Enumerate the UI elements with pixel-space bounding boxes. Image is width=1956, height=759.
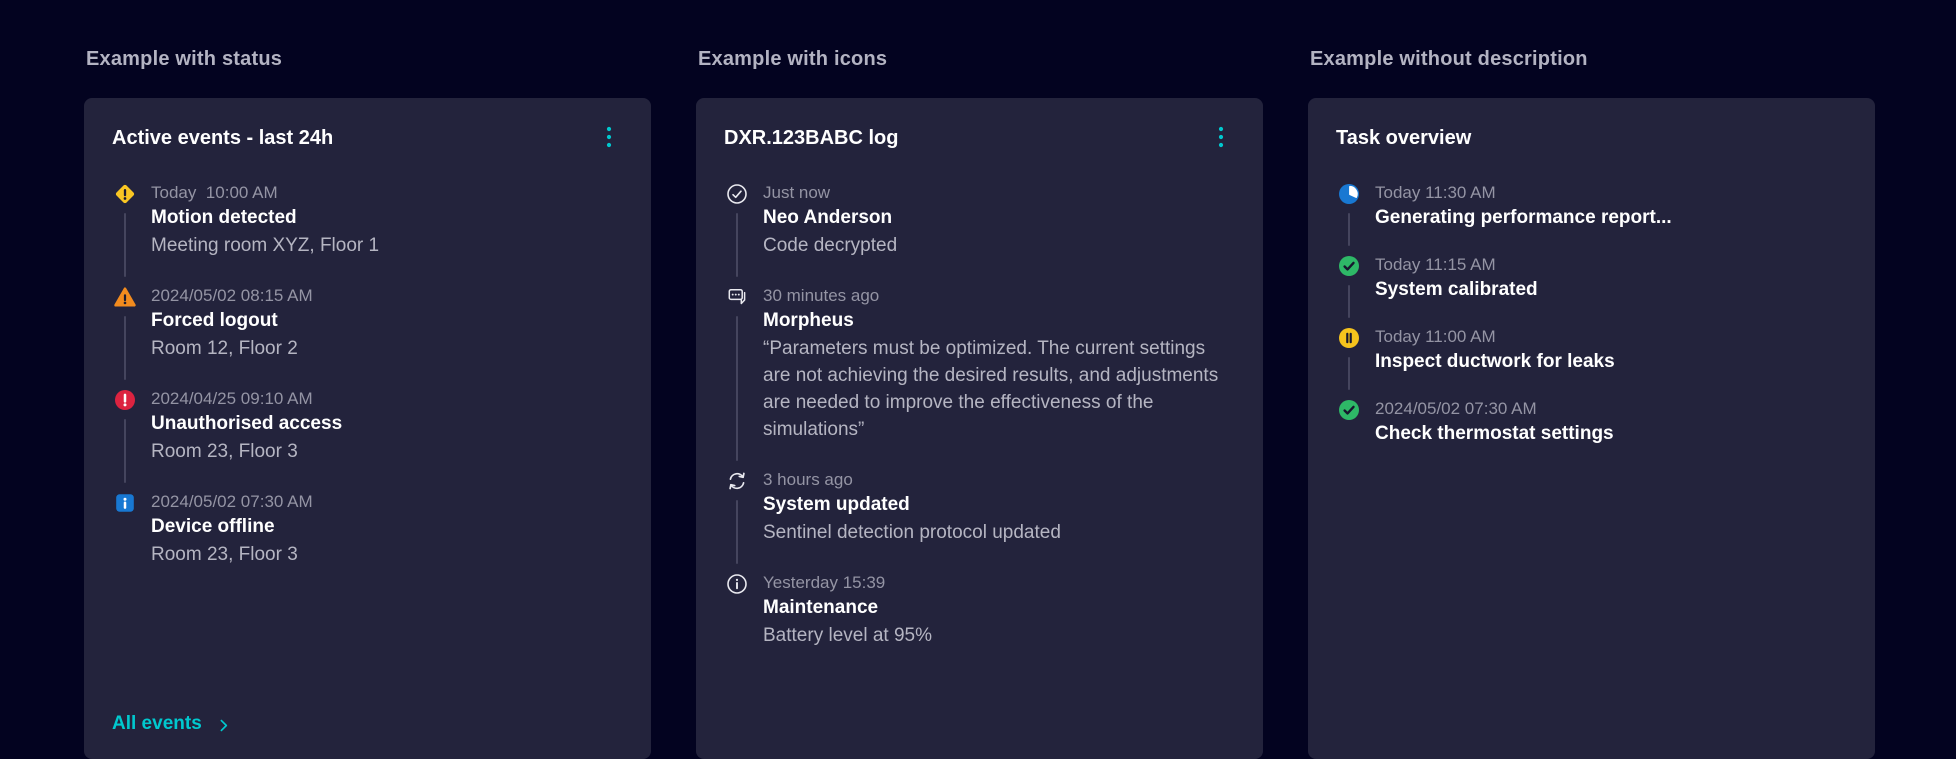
task-time: 2024/05/02 07:30 AM [1375, 399, 1537, 418]
task-title: Generating performance report... [1375, 207, 1672, 228]
timeline-item: Today 11:00 AM Inspect ductwork for leak… [1336, 326, 1847, 398]
timeline-connector [736, 213, 738, 277]
all-events-label: All events [112, 713, 202, 734]
timeline-connector [124, 213, 126, 277]
section-label: Example with icons [698, 48, 888, 70]
timeline-item: Yesterday 15:39 Maintenance Battery leve… [724, 572, 1235, 649]
timeline-item: 3 hours ago System updated Sentinel dete… [724, 469, 1235, 572]
card-title: Task overview [1336, 127, 1472, 149]
timeline-connector [1348, 285, 1350, 318]
warning-triangle-icon [113, 285, 137, 309]
task-time: Today 11:30 AM [1375, 183, 1496, 202]
event-time: Today 10:00 AM [151, 183, 278, 202]
section-label: Example with status [86, 48, 283, 70]
event-description: Meeting room XYZ, Floor 1 [151, 235, 380, 256]
card-header: Task overview [1336, 124, 1847, 152]
timeline-item: 2024/05/02 08:15 AM Forced logout Room 1… [112, 285, 623, 388]
card-header: Active events - last 24h [112, 124, 623, 152]
task-time: Today 11:00 AM [1375, 327, 1496, 346]
event-description: Room 23, Floor 3 [151, 441, 298, 462]
chat-bubble-icon [725, 285, 749, 309]
event-description: Room 12, Floor 2 [151, 338, 298, 359]
card-title: Active events - last 24h [112, 127, 334, 149]
event-description: Battery level at 95% [763, 625, 932, 646]
timeline-item: 2024/05/02 07:30 AM Check thermostat set… [1336, 398, 1847, 448]
section-no-description: Example without description Task overvie… [1308, 48, 1875, 759]
timeline-connector [1348, 357, 1350, 390]
timeline: Today 10:00 AM Motion detected Meeting r… [112, 182, 623, 568]
chevron-right-icon [220, 719, 227, 731]
event-title: Morpheus [763, 310, 854, 331]
kebab-menu-icon[interactable] [1207, 124, 1235, 150]
info-circle-icon [725, 572, 749, 596]
timeline-item: 2024/04/25 09:10 AM Unauthorised access … [112, 388, 623, 491]
timeline: Just now Neo Anderson Code decrypted 30 … [724, 182, 1235, 649]
timeline-connector [1348, 213, 1350, 246]
sync-icon [725, 469, 749, 493]
event-title: Maintenance [763, 597, 879, 618]
timeline-item: Just now Neo Anderson Code decrypted [724, 182, 1235, 285]
timeline-connector [124, 316, 126, 380]
in-progress-icon [1337, 182, 1361, 206]
check-circle-icon [725, 182, 749, 206]
event-time: Just now [763, 183, 831, 202]
card-active-events: Active events - last 24h Today 10:00 AM [84, 98, 651, 759]
event-time: 2024/05/02 07:30 AM [151, 492, 313, 511]
timeline-connector [736, 500, 738, 564]
timeline-item: 2024/05/02 07:30 AM Device offline Room … [112, 491, 623, 568]
event-title: System updated [763, 494, 910, 515]
warning-diamond-icon [113, 182, 137, 206]
error-circle-icon [113, 388, 137, 412]
success-circle-icon [1337, 398, 1361, 422]
timeline-item: Today 11:30 AM Generating performance re… [1336, 182, 1847, 254]
section-label: Example without description [1310, 48, 1588, 70]
event-time: 3 hours ago [763, 470, 853, 489]
event-description: Sentinel detection protocol updated [763, 522, 1061, 543]
event-time: 2024/05/02 08:15 AM [151, 286, 313, 305]
paused-circle-icon [1337, 326, 1361, 350]
timeline-item: Today 11:15 AM System calibrated [1336, 254, 1847, 326]
event-description: Code decrypted [763, 235, 898, 256]
section-icons: Example with icons DXR.123BABC log Just … [696, 48, 1263, 759]
card-title: DXR.123BABC log [724, 127, 899, 149]
all-events-link[interactable]: All events [112, 693, 623, 735]
timeline: Today 11:30 AM Generating performance re… [1336, 182, 1847, 448]
timeline-connector [124, 419, 126, 483]
event-title: Forced logout [151, 310, 278, 331]
task-title: System calibrated [1375, 279, 1538, 300]
timeline-item: 30 minutes ago Morpheus “Parameters must… [724, 285, 1235, 469]
event-time: 30 minutes ago [763, 286, 880, 305]
timeline-connector [736, 316, 738, 461]
card-log: DXR.123BABC log Just now Neo Anderson Co… [696, 98, 1263, 759]
card-task-overview: Task overview Today 11:30 AM Generating … [1308, 98, 1875, 759]
event-title: Neo Anderson [763, 207, 893, 228]
timeline-item: Today 10:00 AM Motion detected Meeting r… [112, 182, 623, 285]
event-title: Unauthorised access [151, 413, 343, 434]
card-header: DXR.123BABC log [724, 124, 1235, 152]
event-time: 2024/04/25 09:10 AM [151, 389, 313, 408]
task-title: Inspect ductwork for leaks [1375, 351, 1615, 372]
event-title: Device offline [151, 516, 275, 537]
section-status: Example with status Active events - last… [84, 48, 651, 759]
event-title: Motion detected [151, 207, 297, 228]
event-description: “Parameters must be optimized. The curre… [763, 338, 1219, 440]
event-time: Yesterday 15:39 [763, 573, 886, 592]
event-description: Room 23, Floor 3 [151, 544, 298, 565]
info-square-icon [113, 491, 137, 515]
kebab-menu-icon[interactable] [595, 124, 623, 150]
task-title: Check thermostat settings [1375, 423, 1614, 444]
page: Example with status Active events - last… [0, 0, 1956, 759]
success-circle-icon [1337, 254, 1361, 278]
task-time: Today 11:15 AM [1375, 255, 1496, 274]
